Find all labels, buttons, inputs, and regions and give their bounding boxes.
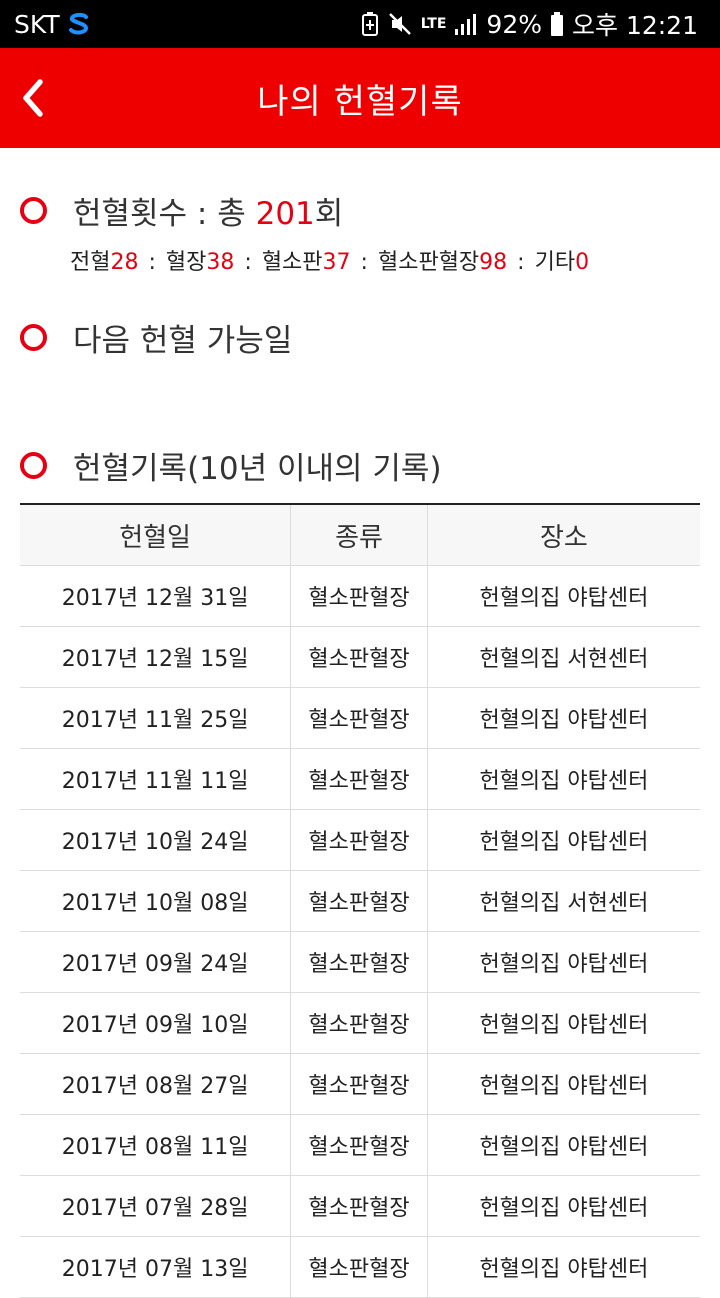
cell-date: 2017년 09월 10일 bbox=[20, 993, 292, 1053]
cell-date: 2017년 12월 15일 bbox=[20, 627, 292, 687]
bullet-circle-icon bbox=[20, 324, 47, 351]
table-row: 2017년 08월 27일 혈소판혈장 헌혈의집 야탑센터 bbox=[20, 1054, 700, 1115]
cell-type: 혈소판혈장 bbox=[291, 749, 428, 809]
next-available-section: 다음 헌혈 가능일 bbox=[20, 315, 292, 360]
cell-date: 2017년 08월 27일 bbox=[20, 1054, 292, 1114]
records-table: 헌혈일 종류 장소 2017년 12월 31일 혈소판혈장 헌혈의집 야탑센터 201… bbox=[20, 503, 700, 1298]
table-row: 2017년 09월 10일 혈소판혈장 헌혈의집 야탑센터 bbox=[20, 993, 700, 1054]
cell-place: 헌혈의집 야탑센터 bbox=[479, 1135, 649, 1160]
next-available-title: 다음 헌혈 가능일 bbox=[73, 323, 293, 359]
cell-type: 혈소판혈장 bbox=[291, 1115, 428, 1175]
page-title: 나의 헌혈기록 bbox=[257, 81, 463, 122]
header-date: 헌혈일 bbox=[20, 505, 292, 565]
records-section: 헌혈기록(10년 이내의 기록) bbox=[20, 443, 442, 488]
table-row: 2017년 08월 11일 혈소판혈장 헌혈의집 야탑센터 bbox=[20, 1115, 700, 1176]
carrier-label: SKT bbox=[14, 9, 60, 39]
donation-count-title: 헌혈횟수 : 총 201회 bbox=[73, 196, 344, 232]
cell-place: 헌혈의집 야탑센터 bbox=[479, 769, 649, 794]
cell-place: 헌혈의집 야탑센터 bbox=[479, 830, 649, 855]
cell-date: 2017년 11월 25일 bbox=[20, 688, 292, 748]
back-chevron-icon[interactable] bbox=[16, 74, 56, 122]
status-bar: SKT LTE 92% 오후 12:21 bbox=[0, 0, 720, 48]
donation-breakdown: 전혈28: 혈장38: 혈소판37: 혈소판혈장98: 기타0 bbox=[70, 250, 590, 275]
cell-type: 혈소판혈장 bbox=[291, 1237, 428, 1297]
clock: 오후 12:21 bbox=[572, 11, 698, 40]
header-place: 장소 bbox=[539, 522, 588, 553]
cell-date: 2017년 10월 24일 bbox=[20, 810, 292, 870]
skt-logo-icon bbox=[68, 12, 88, 35]
cell-date: 2017년 10월 08일 bbox=[20, 871, 292, 931]
cell-type: 혈소판혈장 bbox=[291, 993, 428, 1053]
cell-place: 헌혈의집 야탑센터 bbox=[479, 1013, 649, 1038]
donation-count-section: 헌혈횟수 : 총 201회 bbox=[20, 188, 343, 233]
cell-place: 헌혈의집 야탑센터 bbox=[479, 708, 649, 733]
table-header-row: 헌혈일 종류 장소 bbox=[20, 505, 700, 566]
records-title: 헌혈기록(10년 이내의 기록) bbox=[73, 451, 442, 487]
bullet-circle-icon bbox=[20, 197, 47, 224]
cell-place: 헌혈의집 야탑센터 bbox=[479, 1074, 649, 1099]
battery-percent: 92% bbox=[486, 9, 542, 39]
table-body: 2017년 12월 31일 혈소판혈장 헌혈의집 야탑센터 2017년 12월 15일… bbox=[20, 566, 700, 1298]
table-row: 2017년 07월 28일 혈소판혈장 헌혈의집 야탑센터 bbox=[20, 1176, 700, 1237]
table-row: 2017년 12월 31일 혈소판혈장 헌혈의집 야탑센터 bbox=[20, 566, 700, 627]
table-row: 2017년 12월 15일 혈소판혈장 헌혈의집 서현센터 bbox=[20, 627, 700, 688]
cell-place: 헌혈의집 야탑센터 bbox=[479, 1257, 649, 1282]
cell-date: 2017년 12월 31일 bbox=[20, 566, 292, 626]
cell-date: 2017년 08월 11일 bbox=[20, 1115, 292, 1175]
battery-icon bbox=[551, 12, 563, 36]
table-row: 2017년 07월 13일 혈소판혈장 헌혈의집 야탑센터 bbox=[20, 1237, 700, 1298]
header-type: 종류 bbox=[291, 505, 428, 565]
network-type-label: LTE bbox=[420, 16, 447, 32]
cell-date: 2017년 07월 13일 bbox=[20, 1237, 292, 1297]
bullet-circle-icon bbox=[20, 452, 47, 479]
cell-date: 2017년 07월 28일 bbox=[20, 1176, 292, 1236]
cell-type: 혈소판혈장 bbox=[291, 627, 428, 687]
cell-type: 혈소판혈장 bbox=[291, 932, 428, 992]
app-header: 나의 헌혈기록 bbox=[0, 48, 720, 148]
cell-date: 2017년 11월 11일 bbox=[20, 749, 292, 809]
cell-date: 2017년 09월 24일 bbox=[20, 932, 292, 992]
donation-total: 201 bbox=[255, 196, 315, 232]
table-row: 2017년 10월 24일 혈소판혈장 헌혈의집 야탑센터 bbox=[20, 810, 700, 871]
signal-icon bbox=[455, 14, 477, 35]
cell-type: 혈소판혈장 bbox=[291, 810, 428, 870]
cell-type: 혈소판혈장 bbox=[291, 688, 428, 748]
table-row: 2017년 09월 24일 혈소판혈장 헌혈의집 야탑센터 bbox=[20, 932, 700, 993]
cell-place: 헌혈의집 야탑센터 bbox=[479, 952, 649, 977]
table-row: 2017년 11월 25일 혈소판혈장 헌혈의집 야탑센터 bbox=[20, 688, 700, 749]
cell-type: 혈소판혈장 bbox=[291, 871, 428, 931]
cell-type: 혈소판혈장 bbox=[291, 1054, 428, 1114]
table-row: 2017년 11월 11일 혈소판혈장 헌혈의집 야탑센터 bbox=[20, 749, 700, 810]
battery-saver-icon bbox=[361, 12, 378, 36]
cell-place: 헌혈의집 야탑센터 bbox=[479, 1196, 649, 1221]
cell-place: 헌혈의집 서현센터 bbox=[479, 647, 649, 672]
mute-icon bbox=[388, 13, 411, 35]
cell-place: 헌혈의집 서현센터 bbox=[479, 891, 649, 916]
cell-type: 혈소판혈장 bbox=[291, 1176, 428, 1236]
table-row: 2017년 10월 08일 혈소판혈장 헌혈의집 서현센터 bbox=[20, 871, 700, 932]
cell-place: 헌혈의집 야탑센터 bbox=[479, 586, 649, 611]
cell-type: 혈소판혈장 bbox=[291, 566, 428, 626]
